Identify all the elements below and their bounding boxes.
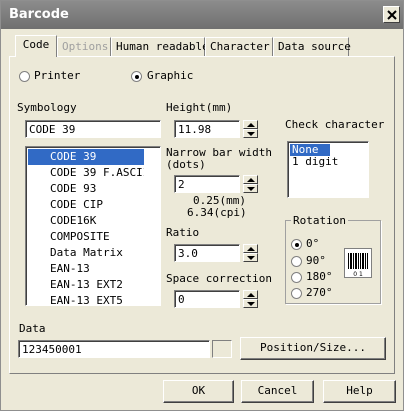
tab-data-source[interactable]: Data source <box>273 37 351 56</box>
space-correction-down-button[interactable] <box>243 299 258 308</box>
arrow-down-icon <box>247 302 255 306</box>
data-label: Data <box>19 322 46 335</box>
data-input[interactable]: 123450001 <box>18 340 210 358</box>
list-item[interactable]: CODE16K <box>28 213 144 229</box>
position-size-label: Position/Size... <box>260 341 366 354</box>
arrow-down-icon <box>247 256 255 260</box>
arrow-up-icon <box>247 178 255 182</box>
narrow-bar-up-button[interactable] <box>243 175 258 184</box>
graphic-label: Graphic <box>147 69 194 82</box>
tab-human-readable[interactable]: Human readable <box>111 37 209 56</box>
height-up-button[interactable] <box>243 120 258 129</box>
height-input[interactable]: 11.98 <box>174 120 240 138</box>
list-item[interactable]: CODE 39 F.ASCII <box>28 165 144 181</box>
rotation-270-label: 270° <box>306 286 333 299</box>
ok-button[interactable]: OK <box>163 380 234 403</box>
list-item[interactable]: EAN-13 EXT5 <box>28 293 144 305</box>
barcode-dialog: Barcode Code Options Human readable Char… <box>0 0 404 411</box>
rotation-label: Rotation <box>291 214 348 227</box>
help-button[interactable]: Help <box>323 380 396 403</box>
narrow-bar-down-button[interactable] <box>243 184 258 193</box>
barcode-preview-icon: 0 1 <box>344 248 372 278</box>
arrow-down-icon <box>247 132 255 136</box>
rotation-90-radio[interactable] <box>291 256 302 267</box>
ratio-label: Ratio <box>166 226 200 239</box>
list-item[interactable]: CODE 39 <box>28 149 144 165</box>
printer-radio[interactable] <box>19 71 30 82</box>
title-bar[interactable]: Barcode <box>1 1 403 29</box>
list-item[interactable]: COMPOSITE <box>28 229 144 245</box>
ok-label: OK <box>191 384 206 397</box>
rotation-270-radio[interactable] <box>291 288 302 299</box>
list-item[interactable]: CODE 93 <box>28 181 144 197</box>
close-button[interactable] <box>383 6 400 23</box>
help-label: Help <box>346 384 373 397</box>
narrow-bar-spinner[interactable] <box>243 175 258 193</box>
space-correction-spinner[interactable] <box>243 290 258 308</box>
space-correction-input[interactable]: 0 <box>174 290 240 308</box>
graphic-radio[interactable] <box>131 71 142 82</box>
position-size-button[interactable]: Position/Size... <box>240 337 386 360</box>
arrow-up-icon <box>247 123 255 127</box>
rotation-180-radio[interactable] <box>291 272 302 283</box>
cancel-label: Cancel <box>257 384 298 397</box>
symbology-list[interactable]: CODE 39 CODE 39 F.ASCII CODE 93 CODE CIP… <box>25 146 161 306</box>
ratio-input[interactable]: 3.0 <box>174 244 240 262</box>
narrow-bar-unit-label: (dots) <box>166 158 206 171</box>
data-options-box[interactable] <box>212 340 232 358</box>
list-item[interactable]: EAN-13 <box>28 261 144 277</box>
height-down-button[interactable] <box>243 129 258 138</box>
symbology-input[interactable]: CODE 39 <box>25 120 161 138</box>
check-character-label: Check character <box>285 118 385 131</box>
symbology-label: Symbology <box>17 101 77 114</box>
barcode-preview-digits: 0 1 <box>353 271 363 277</box>
arrow-up-icon <box>247 293 255 297</box>
rotation-90-label: 90° <box>306 254 326 267</box>
tab-code[interactable]: Code <box>15 35 57 57</box>
list-item[interactable]: 1 digit <box>290 156 340 168</box>
ratio-up-button[interactable] <box>243 244 258 253</box>
arrow-down-icon <box>247 187 255 191</box>
space-correction-up-button[interactable] <box>243 290 258 299</box>
list-item[interactable]: EAN-13 EXT2 <box>28 277 144 293</box>
list-item[interactable]: Data Matrix <box>28 245 144 261</box>
narrow-bar-input[interactable]: 2 <box>174 175 240 193</box>
check-character-list[interactable]: None 1 digit <box>287 141 369 198</box>
height-spinner[interactable] <box>243 120 258 138</box>
height-label: Height(mm) <box>166 101 233 114</box>
space-correction-label: Space correction <box>166 272 272 285</box>
cancel-button[interactable]: Cancel <box>241 380 314 403</box>
ratio-down-button[interactable] <box>243 253 258 262</box>
tab-character[interactable]: Character <box>205 37 273 56</box>
rotation-0-radio[interactable] <box>291 239 302 250</box>
tab-options[interactable]: Options <box>57 37 111 56</box>
barcode-bars: 0 1 <box>348 253 368 278</box>
list-item[interactable]: CODE CIP <box>28 197 144 213</box>
dialog-title: Barcode <box>9 7 69 22</box>
arrow-up-icon <box>247 247 255 251</box>
ratio-spinner[interactable] <box>243 244 258 262</box>
rotation-0-label: 0° <box>306 237 320 250</box>
printer-label: Printer <box>34 69 81 82</box>
narrow-bar-cpi-text: 6.34(cpi) <box>187 206 247 219</box>
rotation-180-label: 180° <box>306 270 333 283</box>
close-icon <box>387 10 397 20</box>
